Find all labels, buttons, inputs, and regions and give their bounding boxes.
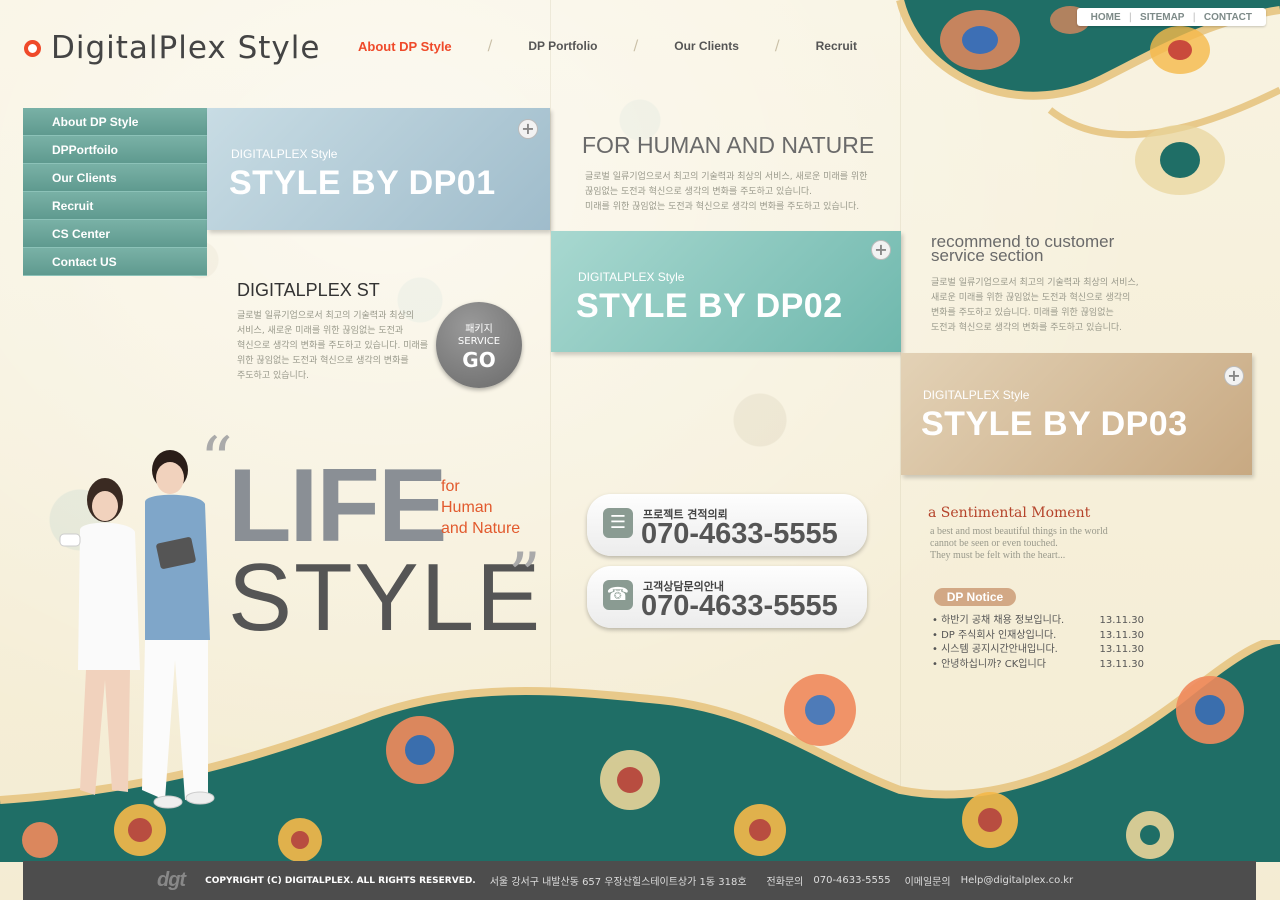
recommend-text: 글로벌 일류기업으로서 최고의 기술력과 최상의 서비스, — [931, 278, 1139, 288]
recommend-text: 도전과 혁신으로 생각의 변화를 주도하고 있습니다. — [931, 323, 1123, 333]
footer-tel: 070-4633-5555 — [813, 875, 891, 886]
notice-date: 13.11.30 — [1099, 658, 1144, 670]
customer-service-phone-box[interactable]: ☎ 고객상담문의안내 070-4633-5555 — [587, 566, 867, 628]
sentimental-heading: a Sentimental Moment — [928, 505, 1091, 521]
nature-heading: FOR HUMAN AND NATURE — [582, 132, 875, 158]
phone-number: 070-4633-5555 — [641, 590, 838, 622]
lnb-contact[interactable]: Contact US — [23, 248, 207, 276]
dpst-heading: DIGITALPLEX ST — [237, 280, 380, 300]
hero-for-line: and Nature — [441, 520, 521, 537]
card-title: STYLE BY DP01 — [229, 164, 496, 202]
style-card-dp03[interactable]: DIGITALPLEX Style STYLE BY DP03 + — [901, 353, 1252, 475]
go-label: SERVICE — [457, 336, 501, 347]
footer-mail[interactable]: Help@digitalplex.co.kr — [961, 875, 1074, 886]
gnb-recruit[interactable]: Recruit — [798, 39, 875, 53]
footer-address: 서울 강서구 내발산동 657 우장산힐스테이트상가 1동 318호 — [489, 877, 747, 888]
notice-list: • 하반기 공채 채용 정보입니다. 13.11.30 • DP 주식회사 인재… — [932, 614, 1144, 672]
recommend-text: 변화를 주도하고 있습니다. 미래를 위한 끊임없는 — [931, 308, 1114, 318]
gnb-separator: / — [774, 38, 780, 54]
footer-mail-label: 이메일문의 — [904, 877, 951, 888]
phone-number: 070-4633-5555 — [641, 518, 838, 550]
style-card-dp01[interactable]: DIGITALPLEX Style STYLE BY DP01 + — [207, 108, 550, 230]
card-subtitle: DIGITALPLEX Style — [578, 270, 685, 284]
global-nav: About DP Style / DP Portfolio / Our Clie… — [340, 38, 875, 54]
package-service-go-button[interactable]: 패키지 SERVICE GO — [436, 302, 522, 388]
notice-date: 13.11.30 — [1099, 629, 1144, 641]
notice-badge[interactable]: DP Notice — [934, 588, 1016, 606]
footer: dgt COPYRIGHT (C) DIGITALPLEX. ALL RIGHT… — [23, 861, 1256, 900]
gnb-separator: / — [487, 38, 493, 54]
dpst-text: 글로벌 일류기업으로서 최고의 기술력과 최상의 — [237, 311, 415, 321]
card-subtitle: DIGITALPLEX Style — [923, 388, 1030, 402]
plus-icon[interactable]: + — [518, 119, 538, 139]
nature-text: 끊임없는 도전과 혁신으로 생각의 변화를 주도하고 있습니다. — [585, 187, 813, 197]
phone-icon: ☎ — [603, 580, 633, 610]
notice-title: DP 주식회사 인재상입니다. — [941, 629, 1057, 641]
logo-dot-icon — [24, 39, 41, 57]
notice-title: 시스템 공지시간안내입니다. — [941, 644, 1058, 655]
card-title: STYLE BY DP03 — [921, 405, 1188, 443]
gnb-clients[interactable]: Our Clients — [656, 39, 757, 53]
dpst-text: 주도하고 있습니다. — [237, 371, 309, 381]
site-logo[interactable]: DigitalPlex Style — [24, 28, 320, 68]
gnb-separator: / — [633, 38, 639, 54]
document-icon: ☰ — [603, 508, 633, 538]
recommend-text: 새로운 미래를 위한 끊임없는 도전과 혁신으로 생각의 — [931, 293, 1131, 303]
footer-tel-label: 전화문의 — [766, 877, 804, 888]
go-label: 패키지 — [465, 324, 493, 335]
card-title: STYLE BY DP02 — [576, 287, 843, 325]
notice-item[interactable]: • 시스템 공지시간안내입니다. 13.11.30 — [932, 643, 1144, 658]
footer-logo: dgt — [157, 869, 186, 891]
footer-copyright: COPYRIGHT (C) DIGITALPLEX. ALL RIGHTS RE… — [205, 875, 476, 886]
sentimental-line: They must be felt with the heart... — [930, 550, 1066, 561]
util-contact-link[interactable]: CONTACT — [1196, 12, 1260, 23]
paisley-decoration-top-icon — [896, 0, 1280, 195]
card-subtitle: DIGITALPLEX Style — [231, 147, 338, 161]
hero-for-line: Human — [441, 499, 493, 516]
util-home-link[interactable]: HOME — [1083, 12, 1129, 23]
plus-icon[interactable]: + — [871, 240, 891, 260]
notice-date: 13.11.30 — [1099, 615, 1144, 626]
hero-life: LIFE — [228, 448, 447, 564]
gnb-portfolio[interactable]: DP Portfolio — [510, 39, 615, 53]
dpst-text: 서비스, 새로운 미래를 위한 끊임없는 도전과 — [237, 326, 404, 336]
sentimental-text: a best and most beautiful things in the … — [930, 526, 1108, 562]
recommend-heading-line: service section — [931, 246, 1044, 265]
notice-item[interactable]: • 안녕하십니까? CK입니다 13.11.30 — [932, 658, 1144, 673]
project-quote-phone-box[interactable]: ☰ 프로젝트 견적의뢰 070-4633-5555 — [587, 494, 867, 556]
nature-text: 미래를 위한 끊임없는 도전과 혁신으로 생각의 변화를 주도하고 있습니다. — [585, 202, 860, 212]
lnb-cs-center[interactable]: CS Center — [23, 220, 207, 248]
sentimental-line: cannot be seen or even touched. — [930, 538, 1058, 549]
go-label-big: GO — [462, 348, 496, 372]
recommend-heading: recommend to customer service section — [931, 233, 1114, 265]
hero-for-line: for — [441, 478, 460, 495]
notice-item[interactable]: • DP 주식회사 인재상입니다. 13.11.30 — [932, 629, 1144, 644]
lnb-recruit[interactable]: Recruit — [23, 192, 207, 220]
notice-title: 하반기 공채 채용 정보입니다. — [941, 615, 1065, 626]
lnb-clients[interactable]: Our Clients — [23, 164, 207, 192]
gnb-about[interactable]: About DP Style — [340, 39, 470, 54]
utility-bar: HOME | SITEMAP | CONTACT — [1076, 8, 1266, 26]
plus-icon[interactable]: + — [1224, 366, 1244, 386]
style-card-dp02[interactable]: DIGITALPLEX Style STYLE BY DP02 + — [551, 231, 901, 352]
sentimental-line: a best and most beautiful things in the … — [930, 526, 1108, 537]
notice-title: 안녕하십니까? CK입니다 — [941, 658, 1046, 670]
nature-text: 글로벌 일류기업으로서 최고의 기술력과 최상의 서비스, 새로운 미래를 위한 — [585, 172, 868, 182]
logo-text: DigitalPlex Style — [51, 30, 321, 66]
hero-for-human: for Human and Nature — [441, 476, 520, 539]
dpst-text: 위한 끊임없는 도전과 혁신으로 생각의 변화를 — [237, 356, 409, 366]
lnb-about[interactable]: About DP Style — [23, 108, 207, 136]
lnb-portfolio[interactable]: DPPortfoilo — [23, 136, 207, 164]
left-nav: About DP Style DPPortfoilo Our Clients R… — [23, 108, 207, 276]
close-quote: ” — [508, 540, 541, 614]
notice-item[interactable]: • 하반기 공채 채용 정보입니다. 13.11.30 — [932, 614, 1144, 629]
dpst-text: 혁신으로 생각의 변화를 주도하고 있습니다. 미래를 — [237, 341, 429, 351]
notice-date: 13.11.30 — [1099, 644, 1144, 655]
hero-style: STYLE — [228, 544, 543, 651]
util-sitemap-link[interactable]: SITEMAP — [1132, 12, 1192, 23]
